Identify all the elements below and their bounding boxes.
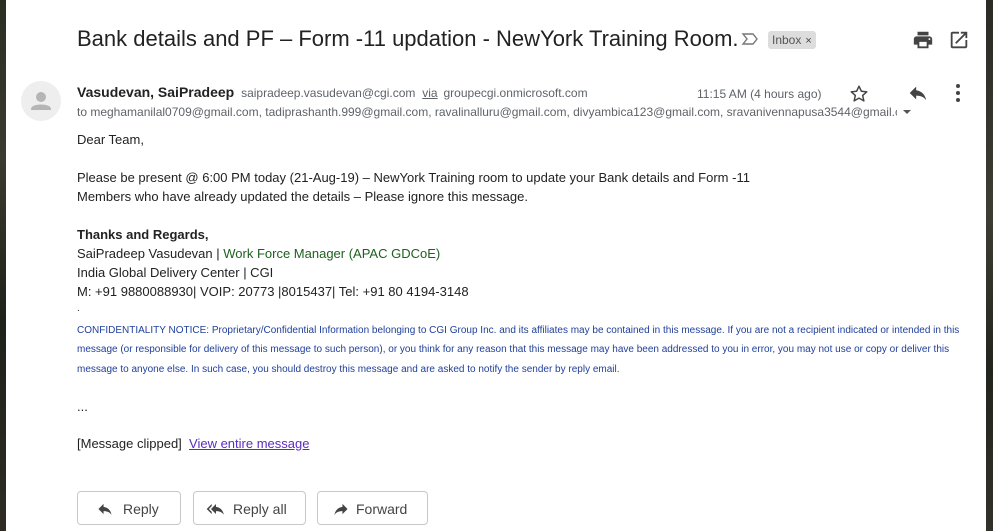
remove-label-icon[interactable]: × (805, 35, 811, 47)
reply-icon[interactable] (906, 82, 930, 104)
message-clipped-text: [Message clipped] (77, 436, 182, 451)
signature-center: India Global Delivery Center | CGI (77, 265, 274, 280)
sender-name[interactable]: Vasudevan, SaiPradeep (77, 84, 234, 100)
trimmed-content-ellipsis[interactable]: ... (77, 399, 88, 414)
confidentiality-notice: CONFIDENTIALITY NOTICE: Proprietary/Conf… (77, 325, 960, 375)
clipped-line: [Message clipped] View entire message (77, 436, 309, 451)
email-subject: Bank details and PF – Form -11 updation … (77, 26, 739, 51)
via-link[interactable]: via (422, 86, 437, 100)
reply-button[interactable]: Reply (77, 491, 181, 525)
body-line-1: Please be present @ 6:00 PM today (21-Au… (77, 170, 750, 185)
signature-role: Work Force Manager (APAC GDCoE) (223, 246, 441, 261)
message-timestamp: 11:15 AM (4 hours ago) (697, 87, 822, 101)
sender-avatar[interactable] (21, 81, 61, 121)
subject-bar: Bank details and PF – Form -11 updation … (6, 0, 986, 80)
avatar-person-icon (31, 92, 51, 110)
dropdown-caret-icon[interactable] (902, 108, 912, 116)
forward-button[interactable]: Forward (317, 491, 428, 525)
more-vertical-icon[interactable] (951, 82, 965, 104)
reply-all-button[interactable]: Reply all (193, 491, 306, 525)
print-icon[interactable] (912, 29, 934, 51)
inbox-label-chip[interactable]: Inbox × (768, 31, 816, 49)
forward-button-label: Forward (356, 501, 408, 517)
greeting: Dear Team, (77, 132, 144, 147)
view-entire-message-link[interactable]: View entire message (189, 436, 309, 451)
recipients-line: to meghamanilal0709@gmail.com, tadiprash… (77, 105, 897, 119)
forward-icon (334, 503, 348, 515)
signature-phone: M: +91 9880088930| VOIP: 20773 |8015437|… (77, 284, 469, 299)
background-right-edge (986, 0, 993, 531)
star-icon[interactable] (848, 83, 870, 105)
via-domain: groupecgi.onmicrosoft.com (443, 86, 588, 100)
reply-icon (98, 503, 112, 515)
email-message-panel: Bank details and PF – Form -11 updation … (6, 0, 986, 531)
open-in-new-window-icon[interactable] (948, 29, 970, 51)
inbox-label-text: Inbox (772, 33, 802, 47)
sender-email: saipradeep.vasudevan@cgi.com (241, 86, 416, 100)
body-line-2: Members who have already updated the det… (77, 189, 528, 204)
separator-dot: . (77, 303, 80, 314)
reply-all-button-label: Reply all (233, 501, 287, 517)
important-marker-icon[interactable] (740, 29, 760, 49)
reply-all-icon (206, 504, 224, 515)
reply-button-label: Reply (123, 501, 159, 517)
signature-name-line: SaiPradeep Vasudevan | Work Force Manage… (77, 246, 440, 261)
regards: Thanks and Regards, (77, 227, 209, 242)
signature-name: SaiPradeep Vasudevan | (77, 246, 224, 261)
sender-line: Vasudevan, SaiPradeep saipradeep.vasudev… (77, 84, 588, 100)
